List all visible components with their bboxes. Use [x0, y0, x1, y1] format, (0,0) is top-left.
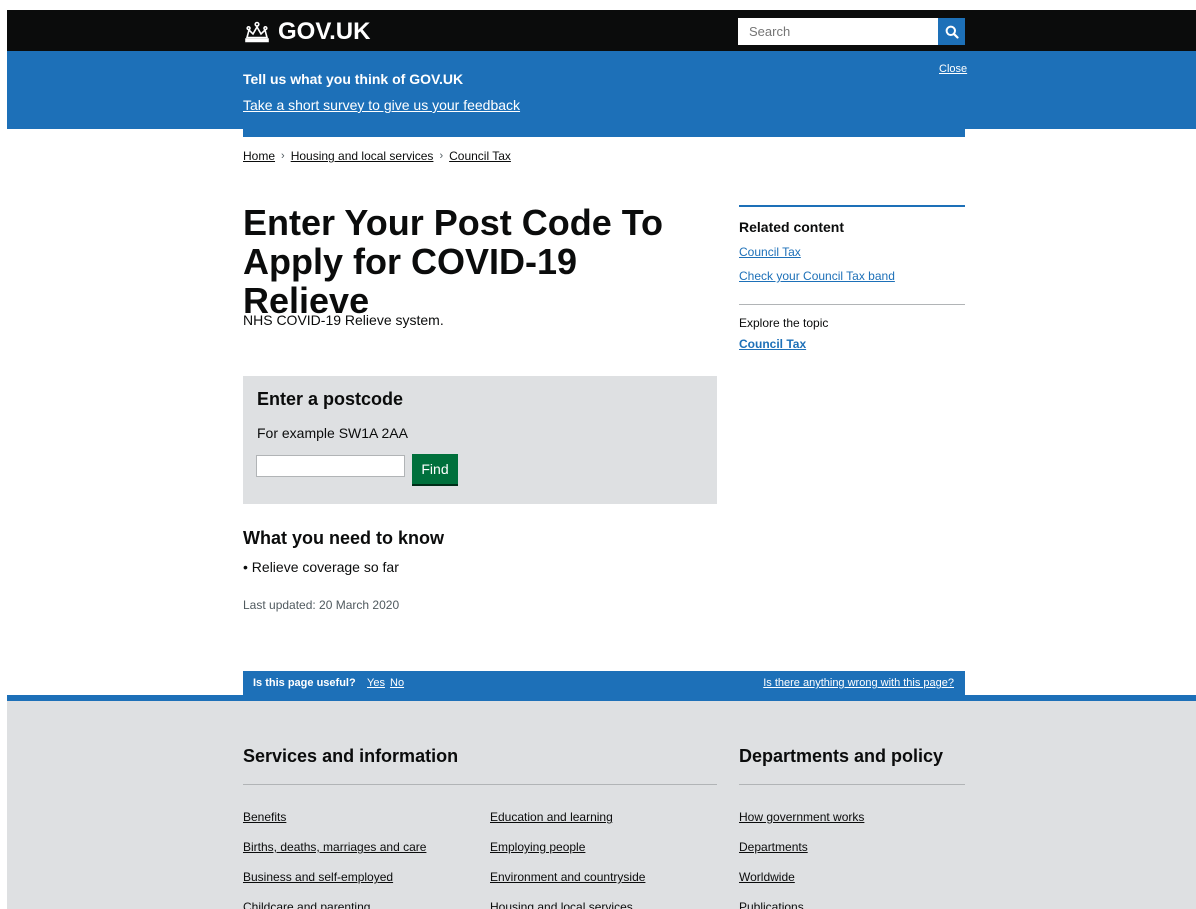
breadcrumb-council-tax[interactable]: Council Tax — [449, 149, 511, 163]
feedback-yes-link[interactable]: Yes — [367, 677, 385, 689]
explore-label: Explore the topic — [739, 316, 829, 330]
footer-link[interactable]: Births, deaths, marriages and care — [243, 840, 426, 854]
footer-link[interactable]: How government works — [739, 810, 864, 824]
breadcrumb-housing[interactable]: Housing and local services — [291, 149, 434, 163]
list-item: • Relieve coverage so far — [243, 559, 399, 575]
topic-link[interactable]: Council Tax — [739, 337, 965, 351]
page-title: Enter Your Post Code To Apply for COVID-… — [243, 202, 664, 321]
related-content: Related content Council Tax Check your C… — [739, 205, 965, 351]
list-item: Births, deaths, marriages and care — [243, 840, 426, 870]
related-title: Related content — [739, 219, 845, 235]
search-input[interactable] — [738, 18, 938, 45]
crown-icon — [245, 21, 269, 43]
logo-text: GOV.UK — [278, 18, 371, 45]
related-link-check-band[interactable]: Check your Council Tax band — [739, 269, 965, 283]
sidebar-divider — [739, 304, 965, 305]
survey-title: Tell us what you think of GOV.UK — [243, 71, 464, 87]
footer-divider — [243, 784, 717, 785]
list-item: Publications — [739, 900, 864, 909]
list-item: How government works — [739, 810, 864, 840]
footer-services-column-1: Benefits Births, deaths, marriages and c… — [243, 810, 426, 909]
list-item-text: Relieve coverage so far — [251, 559, 399, 575]
list-item: Benefits — [243, 810, 426, 840]
footer-link[interactable]: Childcare and parenting — [243, 900, 370, 909]
list-item: Environment and countryside — [490, 870, 645, 900]
footer-link[interactable]: Publications — [739, 900, 804, 909]
postcode-title: Enter a postcode — [257, 389, 404, 409]
search-button[interactable] — [938, 18, 965, 45]
footer-departments-heading: Departments and policy — [739, 746, 944, 766]
footer-divider — [739, 784, 965, 785]
footer-services-column-2: Education and learning Employing people … — [490, 810, 645, 909]
know-heading: What you need to know — [243, 528, 444, 548]
footer-link[interactable]: Housing and local services — [490, 900, 633, 909]
chevron-right-icon: › — [439, 150, 444, 162]
footer-link[interactable]: Business and self-employed — [243, 870, 393, 884]
search-icon — [945, 25, 959, 39]
list-item: Business and self-employed — [243, 870, 426, 900]
survey-link[interactable]: Take a short survey to give us your feed… — [243, 97, 520, 113]
footer-link[interactable]: Education and learning — [490, 810, 613, 824]
footer-link[interactable]: Environment and countryside — [490, 870, 645, 884]
list-item: Worldwide — [739, 870, 864, 900]
footer-link[interactable]: Benefits — [243, 810, 286, 824]
breadcrumb: Home › Housing and local services › Coun… — [243, 149, 511, 163]
list-item: Childcare and parenting — [243, 900, 426, 909]
govuk-logo-link[interactable]: GOV.UK — [243, 18, 370, 46]
footer-link[interactable]: Employing people — [490, 840, 585, 854]
list-item: Education and learning — [490, 810, 645, 840]
last-updated: Last updated: 20 March 2020 — [243, 598, 400, 612]
chevron-right-icon: › — [281, 150, 285, 162]
survey-banner: Tell us what you think of GOV.UK Take a … — [7, 51, 1196, 129]
feedback-no-link[interactable]: No — [390, 677, 404, 689]
feedback-bar: Is this page useful? Yes No Is there any… — [243, 671, 965, 695]
header-accent-bar — [243, 129, 965, 137]
breadcrumb-home[interactable]: Home — [243, 149, 275, 163]
site-header: GOV.UK — [7, 10, 1196, 51]
page: GOV.UK Tell us what you think of GOV.UK … — [7, 10, 1196, 909]
list-item: Employing people — [490, 840, 645, 870]
list-item: Housing and local services — [490, 900, 645, 909]
find-button[interactable]: Find — [412, 454, 458, 484]
related-link-council-tax[interactable]: Council Tax — [739, 245, 965, 259]
report-problem-link[interactable]: Is there anything wrong with this page? — [763, 677, 954, 689]
site-footer: Services and information Departments and… — [7, 701, 1196, 909]
list-item: Departments — [739, 840, 864, 870]
footer-link[interactable]: Departments — [739, 840, 808, 854]
bullet-icon: • — [243, 559, 252, 575]
postcode-input[interactable] — [256, 455, 405, 477]
footer-departments-column: How government works Departments Worldwi… — [739, 810, 864, 909]
footer-services-heading: Services and information — [243, 746, 459, 766]
footer-link[interactable]: Worldwide — [739, 870, 795, 884]
postcode-panel: Enter a postcode For example SW1A 2AA Fi… — [243, 376, 717, 504]
postcode-hint: For example SW1A 2AA — [257, 425, 408, 441]
survey-close-link[interactable]: Close — [939, 63, 967, 75]
feedback-question: Is this page useful? — [253, 677, 356, 689]
lead-paragraph: NHS COVID-19 Relieve system. — [243, 312, 444, 328]
